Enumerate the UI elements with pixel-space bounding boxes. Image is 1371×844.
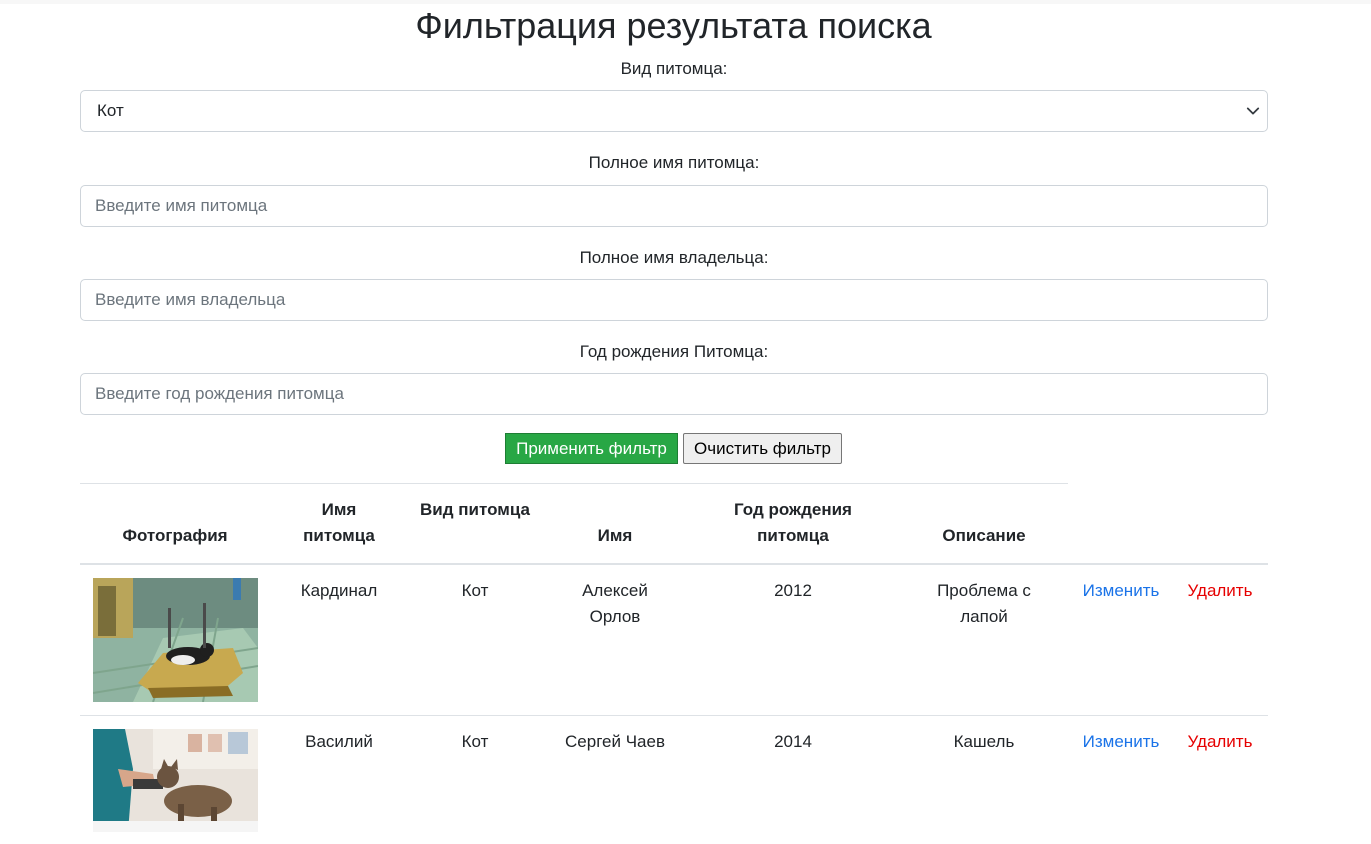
birth-year-cell: 2014: [774, 732, 812, 751]
delete-link[interactable]: Удалить: [1176, 578, 1264, 604]
edit-link[interactable]: Изменить: [1070, 729, 1172, 755]
owner-cell: Алексей Орлов: [582, 581, 648, 626]
header-species: Вид питомца: [420, 500, 530, 519]
owner-cell: Сергей Чаев: [565, 732, 665, 751]
species-label: Вид питомца:: [620, 59, 728, 78]
header-pet-name: Имя питомца: [303, 500, 375, 545]
description-cell: Кашель: [953, 732, 1015, 751]
chevron-down-icon: [1246, 107, 1260, 115]
page-title: Фильтрация результата поиска: [415, 5, 932, 46]
delete-link[interactable]: Удалить: [1176, 729, 1264, 755]
owner-name-input[interactable]: [80, 279, 1268, 321]
pet-photo-image: [93, 578, 258, 702]
edit-link[interactable]: Изменить: [1070, 578, 1172, 604]
species-select-value[interactable]: Кот: [80, 90, 1268, 132]
pet-name-input[interactable]: [80, 185, 1268, 227]
table-row-divider: [80, 715, 1268, 716]
species-cell: Кот: [461, 732, 489, 751]
header-description: Описание: [942, 526, 1026, 545]
header-owner: Имя: [597, 526, 633, 545]
description-cell: Проблема с лапой: [937, 581, 1031, 626]
table-top-divider: [80, 483, 1068, 484]
apply-filter-button[interactable]: Применить фильтр: [505, 433, 678, 464]
header-birth-year: Год рождения питомца: [734, 500, 852, 545]
table-header-divider: [80, 563, 1268, 565]
header-photo: Фотография: [122, 526, 228, 545]
pet-name-label: Полное имя питомца:: [588, 153, 760, 172]
owner-name-label: Полное имя владельца:: [579, 248, 769, 267]
pet-photo-image: [93, 729, 258, 832]
pet-name-cell: Василий: [305, 732, 373, 751]
pet-name-cell: Кардинал: [300, 581, 378, 600]
birth-year-label: Год рождения Питомца:: [579, 342, 769, 361]
clear-filter-button[interactable]: Очистить фильтр: [683, 433, 842, 464]
birth-year-input[interactable]: [80, 373, 1268, 415]
species-select[interactable]: Кот: [80, 90, 1268, 132]
birth-year-cell: 2012: [774, 581, 812, 600]
species-cell: Кот: [461, 581, 489, 600]
